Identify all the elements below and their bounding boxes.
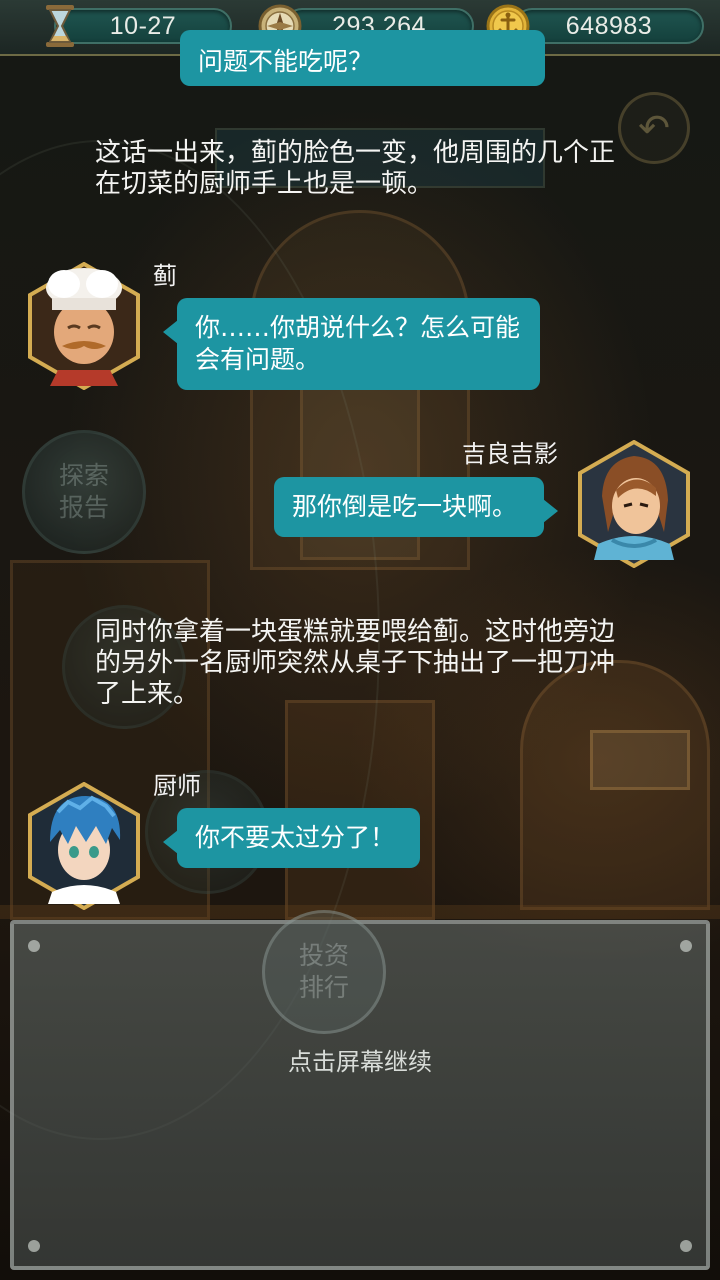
explore-report-button[interactable]: 探索报告	[22, 430, 146, 554]
hourglass-icon	[36, 2, 84, 50]
invest-rank-label: 投资排行	[298, 941, 349, 1002]
invest-rank-button[interactable]: 投资排行	[262, 910, 386, 1034]
dialogue-bubble-cutoff: 问题不能吃呢？	[180, 30, 545, 86]
rivet	[28, 940, 40, 952]
speaker-name: 蓟	[153, 262, 177, 290]
speaker-name: 厨师	[153, 772, 201, 800]
narration-text: 这话一出来，蓟的脸色一变，他周围的几个正在切菜的厨师手上也是一顿。	[95, 138, 616, 199]
bubble-text: 你不要太过分了！	[195, 823, 396, 852]
right-window	[590, 730, 690, 790]
rivet	[680, 1240, 692, 1252]
dialogue-bubble: 那你倒是吃一块啊。	[274, 477, 558, 537]
avatar-ji	[28, 261, 140, 391]
rivet	[28, 1240, 40, 1252]
dialogue-bubble: 你……你胡说什么？怎么可能会有问题。	[163, 298, 540, 390]
date-value: 10-27	[109, 11, 177, 40]
bubble-text: 你……你胡说什么？怎么可能会有问题。	[195, 313, 521, 374]
back-arrow-icon: ↶	[638, 106, 670, 150]
bubble-text: 问题不能吃呢？	[198, 47, 374, 76]
narration-text: 同时你拿着一块蛋糕就要喂给蓟。这时他旁边的另外一名厨师突然从桌子下抽出了一把刀冲…	[95, 617, 616, 709]
explore-report-label: 探索报告	[58, 461, 109, 522]
speaker-name: 吉良吉影	[462, 440, 558, 468]
avatar-chef	[28, 781, 140, 911]
rivet	[680, 940, 692, 952]
coin-value: 648983	[565, 11, 653, 40]
dialogue-bubble: 你不要太过分了！	[163, 808, 420, 868]
tap-to-continue[interactable]: 点击屏幕继续	[0, 1042, 720, 1077]
avatar-kira-yoshikage	[578, 439, 690, 569]
bubble-text: 那你倒是吃一块啊。	[292, 492, 518, 521]
